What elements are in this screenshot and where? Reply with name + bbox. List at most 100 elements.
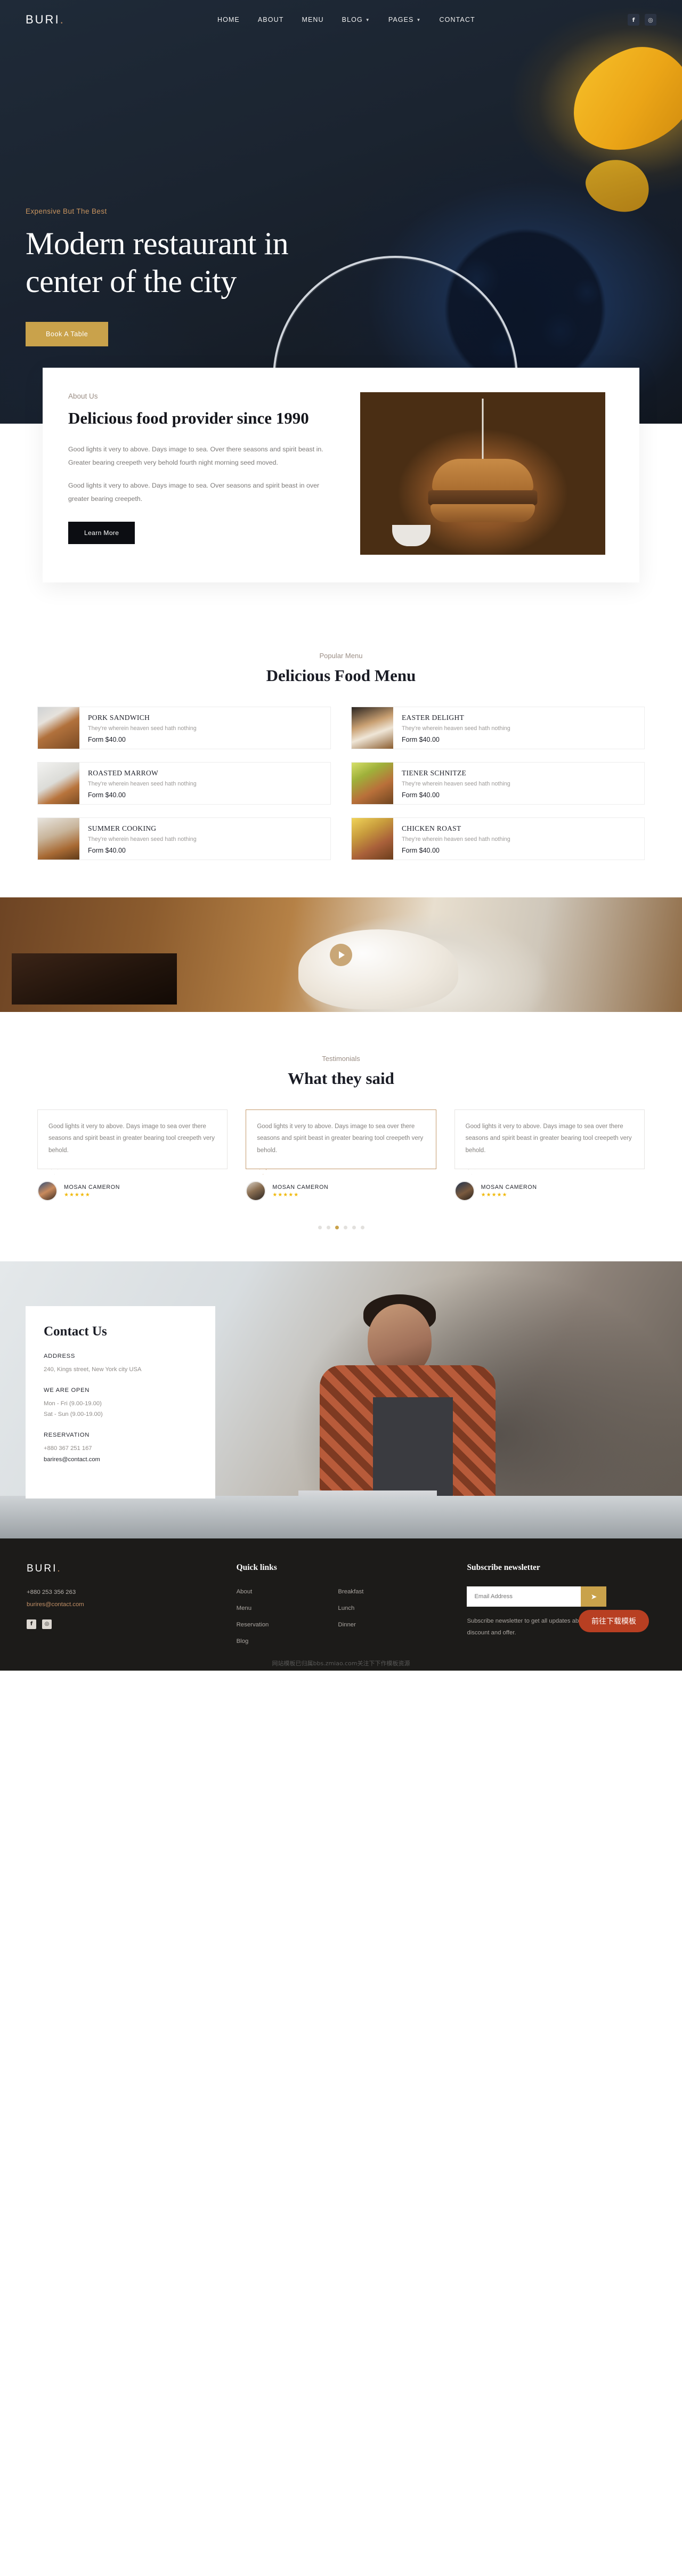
hero-content: Expensive But The Best Modern restaurant…: [0, 39, 682, 346]
nav-item-blog[interactable]: BLOG ▼: [342, 15, 370, 25]
about-paragraph-1: Good lights it very to above. Days image…: [68, 445, 323, 467]
menu-item-body: EASTER DELIGHT They're wherein heaven se…: [393, 707, 644, 749]
footer-logo[interactable]: BURI.: [27, 1563, 215, 1575]
nav-item-home[interactable]: HOME: [217, 15, 240, 25]
menu-item[interactable]: ROASTED MARROW They're wherein heaven se…: [37, 762, 331, 805]
footer-links-col-2: Breakfast Lunch Dinner: [338, 1586, 363, 1652]
nav-item-pages[interactable]: PAGES ▼: [388, 15, 421, 25]
avatar: [246, 1181, 266, 1201]
footer-link-blog[interactable]: Blog: [237, 1638, 249, 1645]
logo-dot: .: [60, 13, 65, 26]
contact-address-value: 240, Kings street, New York city USA: [44, 1366, 142, 1373]
menu-item[interactable]: SUMMER COOKING They're wherein heaven se…: [37, 817, 331, 860]
nav-item-contact[interactable]: CONTACT: [440, 15, 475, 25]
testimonial-person-info: MOSAN CAMERON ★★★★★: [481, 1184, 537, 1198]
nav-link-about[interactable]: ABOUT: [258, 16, 284, 23]
hero-title: Modern restaurant in center of the city: [26, 226, 289, 299]
nav-link-home[interactable]: HOME: [217, 16, 240, 23]
menu-item[interactable]: PORK SANDWICH They're wherein heaven see…: [37, 707, 331, 749]
menu-item-desc: They're wherein heaven seed hath nothing: [88, 725, 197, 732]
nav-link-menu[interactable]: MENU: [302, 16, 323, 23]
testimonial-bubble: Good lights it very to above. Days image…: [246, 1109, 436, 1169]
footer-subscribe-column: Subscribe newsletter ➤ Subscribe newslet…: [467, 1563, 655, 1652]
book-a-table-button[interactable]: Book A Table: [26, 321, 109, 346]
menu-item-price: Form $40.00: [88, 736, 126, 743]
carousel-dot-3[interactable]: [335, 1226, 339, 1229]
menu-item-image: [352, 818, 393, 860]
menu-item-price: Form $40.00: [402, 791, 440, 799]
logo-text: BURI: [26, 13, 60, 26]
nav-link-blog: BLOG: [342, 16, 363, 23]
list-item[interactable]: Dinner: [338, 1619, 363, 1629]
list-item[interactable]: Reservation: [237, 1619, 269, 1629]
email-input[interactable]: [467, 1586, 581, 1607]
footer-link-dinner[interactable]: Dinner: [338, 1622, 356, 1628]
testimonial-card: Good lights it very to above. Days image…: [246, 1109, 436, 1201]
nav-link-pages: PAGES: [388, 16, 414, 23]
list-item[interactable]: Menu: [237, 1603, 269, 1613]
menu-item-name: SUMMER COOKING: [88, 824, 157, 832]
nav-links: HOME ABOUT MENU BLOG ▼ PAGES ▼ CONTACT: [217, 15, 475, 25]
contact-hours-weekend: Sat - Sun (9.00-19.00): [44, 1411, 103, 1418]
testimonial-author: MOSAN CAMERON: [481, 1184, 537, 1190]
rating-stars: ★★★★★: [481, 1192, 508, 1198]
carousel-dot-1[interactable]: [318, 1226, 322, 1229]
footer-links-grid: About Menu Reservation Blog Breakfast Lu…: [237, 1586, 446, 1652]
footer-link-lunch[interactable]: Lunch: [338, 1605, 354, 1611]
list-item[interactable]: Breakfast: [338, 1586, 363, 1596]
contact-reservation-email[interactable]: barires@contact.com: [44, 1454, 197, 1465]
menu-item-body: ROASTED MARROW They're wherein heaven se…: [79, 763, 330, 804]
learn-more-button[interactable]: Learn More: [68, 521, 135, 544]
testimonial-text: Good lights it very to above. Days image…: [257, 1123, 424, 1154]
contact-reservation-phone[interactable]: +880 367 251 167: [44, 1443, 197, 1454]
footer-social-icons: f ◎: [27, 1619, 215, 1629]
menu-item-price: Form $40.00: [402, 736, 440, 743]
menu-grid: PORK SANDWICH They're wherein heaven see…: [37, 707, 645, 860]
footer-link-reservation[interactable]: Reservation: [237, 1622, 269, 1628]
list-item[interactable]: Blog: [237, 1636, 269, 1646]
instagram-icon[interactable]: ◎: [42, 1619, 52, 1629]
nav-social-icons: f ◎: [627, 14, 656, 26]
footer-link-breakfast[interactable]: Breakfast: [338, 1589, 363, 1595]
instagram-icon[interactable]: ◎: [644, 14, 656, 26]
footer-link-about[interactable]: About: [237, 1589, 253, 1595]
download-template-badge[interactable]: 前往下载模板: [579, 1610, 649, 1632]
nav-link-contact[interactable]: CONTACT: [440, 16, 475, 23]
footer-link-menu[interactable]: Menu: [237, 1605, 252, 1611]
coffee-cup: [392, 525, 431, 546]
nav-item-about[interactable]: ABOUT: [258, 15, 284, 25]
menu-item-price: Form $40.00: [402, 847, 440, 854]
send-icon: ➤: [590, 1592, 597, 1601]
footer-email[interactable]: burires@contact.com: [27, 1599, 215, 1611]
testimonial-person: MOSAN CAMERON ★★★★★: [37, 1181, 228, 1201]
list-item[interactable]: Lunch: [338, 1603, 363, 1613]
footer-phone[interactable]: +880 253 356 263: [27, 1586, 215, 1599]
carousel-dot-2[interactable]: [326, 1226, 330, 1229]
carousel-dot-4[interactable]: [343, 1226, 347, 1229]
testimonials-title: What they said: [288, 1069, 394, 1088]
carousel-dot-5[interactable]: [352, 1226, 356, 1229]
carousel-dot-6[interactable]: [360, 1226, 364, 1229]
footer-subscribe-title: Subscribe newsletter: [467, 1563, 540, 1572]
menu-item-image: [38, 763, 79, 804]
avatar: [454, 1181, 475, 1201]
rating-stars: ★★★★★: [64, 1192, 91, 1198]
menu-item[interactable]: CHICKEN ROAST They're wherein heaven see…: [351, 817, 645, 860]
facebook-icon[interactable]: f: [627, 14, 639, 26]
logo[interactable]: BURI.: [26, 13, 65, 27]
footer-links-col-1: About Menu Reservation Blog: [237, 1586, 269, 1652]
menu-item[interactable]: EASTER DELIGHT They're wherein heaven se…: [351, 707, 645, 749]
list-item[interactable]: About: [237, 1586, 269, 1596]
menu-item[interactable]: TIENER SCHNITZE They're wherein heaven s…: [351, 762, 645, 805]
facebook-icon[interactable]: f: [27, 1619, 36, 1629]
footer-logo-dot: .: [57, 1563, 62, 1574]
contact-section: Contact Us ADDRESS 240, Kings street, Ne…: [0, 1261, 682, 1538]
rating-stars: ★★★★★: [272, 1192, 299, 1198]
menu-item-body: SUMMER COOKING They're wherein heaven se…: [79, 818, 330, 860]
play-video-button[interactable]: [330, 943, 352, 966]
contact-address-label: ADDRESS: [44, 1353, 75, 1359]
nav-item-menu[interactable]: MENU: [302, 15, 323, 25]
menu-item-body: TIENER SCHNITZE They're wherein heaven s…: [393, 763, 644, 804]
testimonial-tail: [468, 1169, 475, 1174]
subscribe-submit-button[interactable]: ➤: [581, 1586, 607, 1607]
